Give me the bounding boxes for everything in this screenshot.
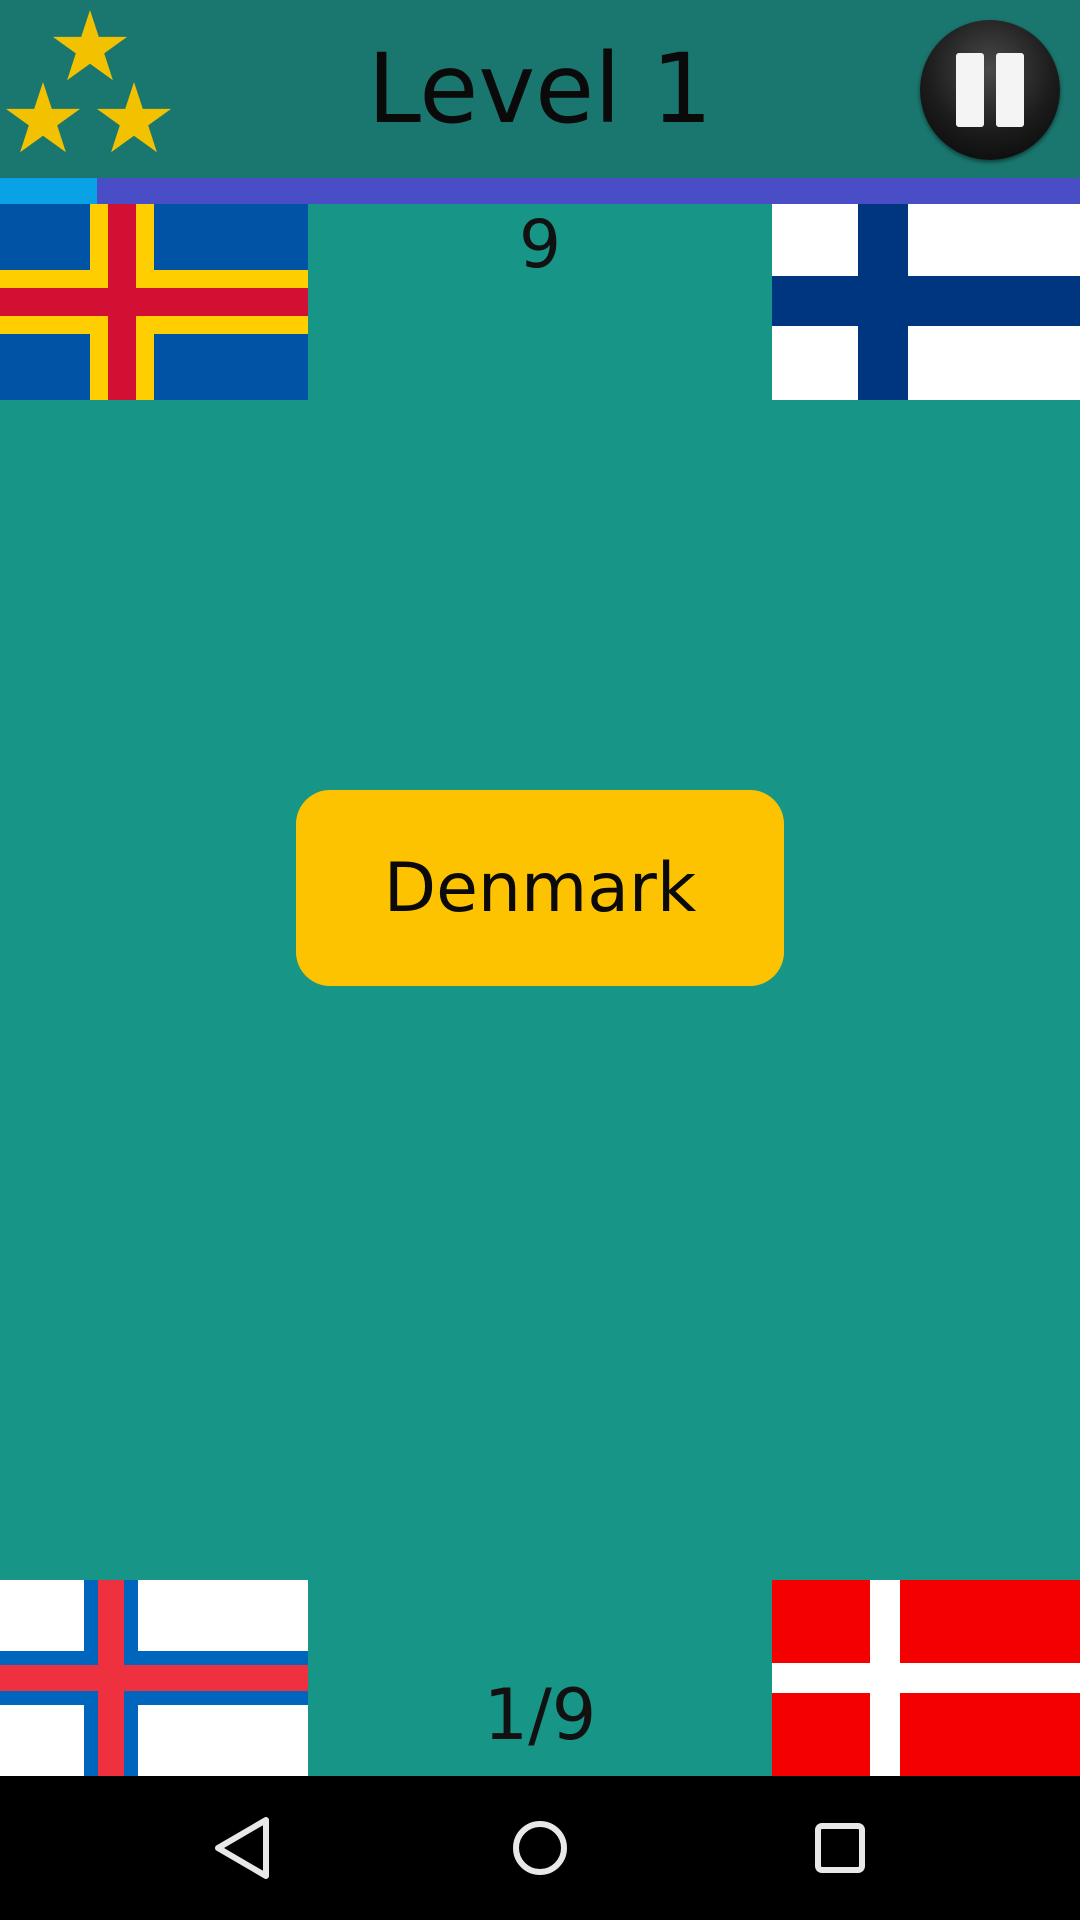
- home-icon[interactable]: [500, 1808, 580, 1888]
- recents-icon[interactable]: [800, 1808, 880, 1888]
- top-bar: Level 1: [0, 0, 1080, 178]
- question-counter: 1/9: [483, 1674, 597, 1756]
- denmark-flag[interactable]: [772, 1580, 1080, 1776]
- pause-icon: [956, 53, 984, 127]
- countdown-timer: 9: [519, 206, 561, 283]
- faroe-islands-flag[interactable]: [0, 1580, 308, 1776]
- finland-flag[interactable]: [772, 204, 1080, 400]
- progress-bar: [0, 178, 1080, 204]
- level-title: Level 1: [367, 33, 713, 145]
- system-navigation-bar: [0, 1776, 1080, 1920]
- country-answer-button[interactable]: Denmark: [296, 790, 784, 986]
- aland-flag[interactable]: [0, 204, 308, 400]
- pause-button[interactable]: [920, 20, 1060, 160]
- back-icon[interactable]: [200, 1808, 280, 1888]
- progress-fill: [0, 178, 98, 204]
